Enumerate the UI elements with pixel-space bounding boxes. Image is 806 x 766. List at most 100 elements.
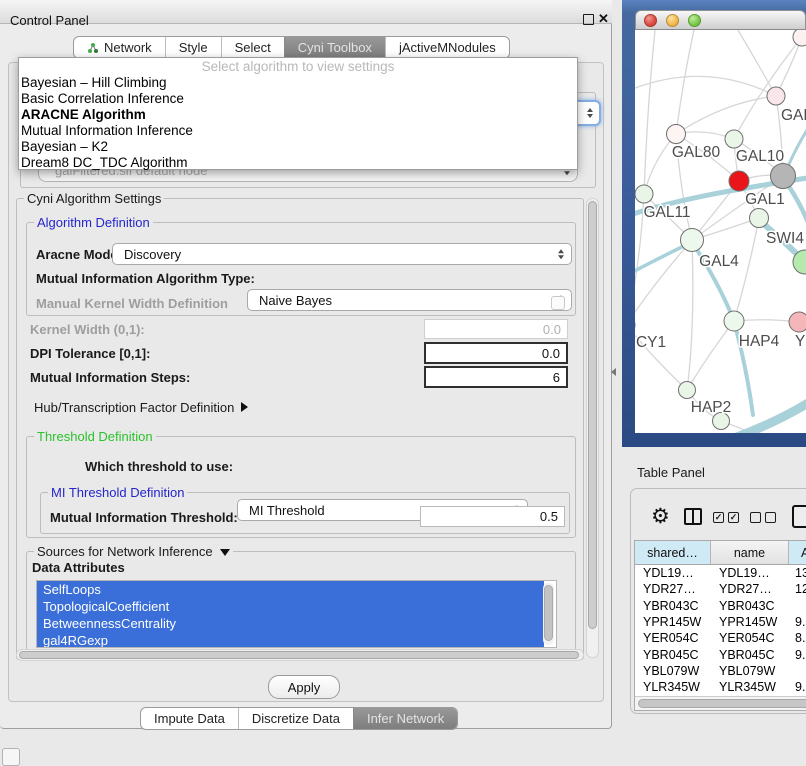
panel-splitter-handle[interactable]: [611, 368, 616, 376]
tab-style[interactable]: Style: [165, 37, 221, 58]
settings-horizontal-scrollbar[interactable]: [16, 649, 584, 661]
tab-network[interactable]: Network: [74, 37, 165, 58]
network-node[interactable]: [767, 87, 785, 105]
table-row[interactable]: YBR043CYBR043C: [635, 598, 806, 614]
table-row[interactable]: YBL079WYBL079W: [635, 663, 806, 679]
table-row[interactable]: YDR27…YDR27…12: [635, 581, 806, 597]
table-row[interactable]: YPR145WYPR145W9.: [635, 614, 806, 630]
tab-infer-network[interactable]: Infer Network: [353, 708, 457, 729]
network-node[interactable]: [725, 130, 743, 148]
network-window-titlebar[interactable]: [635, 10, 806, 30]
network-node[interactable]: [724, 311, 744, 331]
attribute-list-item[interactable]: SelfLoops: [37, 581, 544, 598]
panel-corner-button[interactable]: [2, 748, 20, 766]
attributes-vertical-scrollbar[interactable]: [543, 583, 554, 645]
table-row[interactable]: YER054CYER054C8.: [635, 630, 806, 646]
mi-type-combo[interactable]: Naive Bayes: [247, 289, 572, 311]
node-table: shared… name A YDL19…YDL19…13YDR27…YDR27…: [634, 540, 806, 711]
network-canvas[interactable]: GALGAL80GAL10GAL1GAL11SWI4GAL4GCY1HAP4YH…: [635, 30, 806, 433]
table-row[interactable]: YBR045CYBR045C9.: [635, 646, 806, 662]
tab-impute-data[interactable]: Impute Data: [141, 708, 238, 729]
close-panel-icon[interactable]: ✕: [598, 11, 609, 27]
network-node-label: GAL11: [643, 204, 690, 221]
scrollbar-thumb[interactable]: [588, 201, 597, 629]
network-node[interactable]: [635, 185, 653, 203]
network-edge[interactable]: [635, 76, 776, 96]
dpi-tolerance-field[interactable]: 0.0: [424, 342, 568, 364]
algorithm-option[interactable]: Bayesian – Hill Climbing: [19, 75, 577, 91]
algorithm-option[interactable]: Bayesian – K2: [19, 139, 577, 155]
table-cell: 8.: [789, 631, 806, 645]
column-header-name[interactable]: name: [711, 541, 789, 564]
control-panel-title: Control Panel: [10, 13, 89, 28]
network-node[interactable]: [789, 312, 806, 332]
apply-button[interactable]: Apply: [268, 675, 340, 699]
table-row[interactable]: YLR345WYLR345W9.: [635, 679, 806, 695]
network-edge[interactable]: [676, 30, 695, 134]
table-cell: YBR045C: [711, 648, 789, 662]
gear-icon[interactable]: ⚙: [651, 504, 670, 529]
network-node[interactable]: [681, 229, 704, 252]
algorithm-option[interactable]: Basic Correlation Inference: [19, 91, 577, 107]
column-header-shared-name[interactable]: shared…: [635, 541, 711, 564]
algorithm-option[interactable]: Dream8 DC_TDC Algorithm: [19, 155, 577, 171]
control-panel-titlebar[interactable]: [0, 0, 612, 24]
table-panel-title: Table Panel: [637, 465, 705, 480]
cyni-settings-group-title: Cyni Algorithm Settings: [24, 191, 164, 206]
mi-threshold-field[interactable]: 0.5: [420, 506, 565, 527]
minimize-window-icon[interactable]: [666, 14, 679, 27]
table-cell: YBL079W: [635, 664, 711, 678]
table-cell: YBL079W: [711, 664, 789, 678]
mi-steps-field[interactable]: 6: [424, 366, 568, 388]
network-node[interactable]: [679, 382, 696, 399]
deselect-all-columns-button[interactable]: [750, 512, 776, 523]
tab-cyni-toolbox[interactable]: Cyni Toolbox: [284, 37, 385, 58]
table-cell: YLR345W: [711, 680, 789, 694]
algorithm-option[interactable]: ARACNE Algorithm: [19, 107, 577, 123]
network-node[interactable]: [667, 125, 686, 144]
network-edge[interactable]: [635, 240, 692, 325]
network-node[interactable]: [729, 171, 749, 191]
scrollbar-thumb[interactable]: [544, 585, 553, 641]
settings-vertical-scrollbar[interactable]: [586, 198, 599, 658]
scrollbar-thumb[interactable]: [638, 699, 806, 708]
tab-jactivemnodules[interactable]: jActiveMNodules: [385, 37, 509, 58]
zoom-window-icon[interactable]: [688, 14, 701, 27]
attribute-list-item[interactable]: gal4RGexp: [37, 632, 544, 648]
network-edge[interactable]: [735, 30, 776, 96]
table-horizontal-scrollbar[interactable]: [635, 696, 806, 710]
attribute-list-item[interactable]: TopologicalCoefficient: [37, 598, 544, 615]
scrollbar-thumb[interactable]: [19, 651, 579, 659]
network-edge[interactable]: [723, 400, 806, 433]
network-view[interactable]: GALGAL80GAL10GAL1GAL11SWI4GAL4GCY1HAP4YH…: [635, 30, 806, 433]
kernel-width-field[interactable]: 0.0: [424, 319, 568, 339]
mi-steps-label: Mutual Information Steps:: [30, 370, 190, 385]
table-cell: 9.: [789, 680, 806, 694]
hub-definition-disclosure[interactable]: Hub/Transcription Factor Definition: [34, 400, 248, 415]
tab-select[interactable]: Select: [221, 37, 284, 58]
network-edge[interactable]: [644, 134, 676, 194]
unchecked-box-icon: [765, 512, 776, 523]
float-panel-icon[interactable]: [583, 14, 594, 25]
close-window-icon[interactable]: [644, 14, 657, 27]
column-header-a[interactable]: A: [789, 541, 806, 564]
network-node[interactable]: [793, 30, 806, 46]
network-node[interactable]: [771, 164, 796, 189]
aracne-mode-combo[interactable]: Discovery: [112, 243, 572, 265]
attribute-list-item[interactable]: BetweennessCentrality: [37, 615, 544, 632]
table-cell: YDR27…: [711, 582, 789, 596]
sources-group-title[interactable]: Sources for Network Inference: [34, 544, 233, 559]
network-edge[interactable]: [687, 240, 693, 390]
network-edge[interactable]: [676, 96, 776, 134]
network-edge[interactable]: [687, 321, 734, 390]
page-icon[interactable]: [792, 505, 806, 528]
manual-kernel-checkbox[interactable]: [551, 296, 565, 310]
table-row[interactable]: YDL19…YDL19…13: [635, 565, 806, 581]
data-attributes-list[interactable]: SelfLoopsTopologicalCoefficientBetweenne…: [36, 580, 557, 648]
network-node[interactable]: [750, 209, 769, 228]
algorithm-placeholder: Select algorithm to view settings: [19, 58, 577, 75]
tab-discretize-data[interactable]: Discretize Data: [238, 708, 353, 729]
select-all-columns-button[interactable]: ✓ ✓: [713, 512, 739, 523]
split-columns-icon[interactable]: [684, 508, 702, 525]
algorithm-option[interactable]: Mutual Information Inference: [19, 123, 577, 139]
